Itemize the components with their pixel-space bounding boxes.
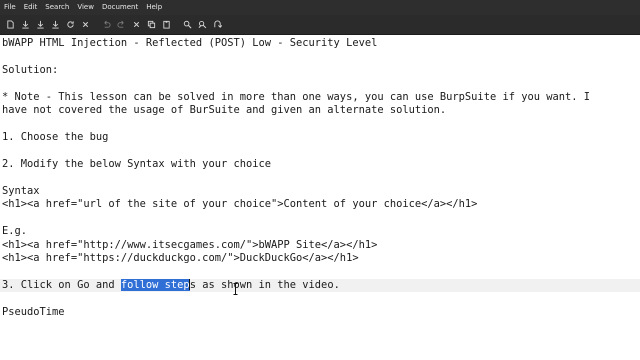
ibeam-cursor-icon bbox=[233, 283, 238, 295]
text-line: 1. Choose the bug bbox=[2, 131, 109, 143]
cut-icon[interactable] bbox=[130, 18, 143, 31]
current-line: 3. Click on Go and follow steps as shown… bbox=[0, 279, 640, 292]
new-file-icon[interactable] bbox=[4, 18, 17, 31]
text-line: PseudoTime bbox=[2, 306, 65, 318]
go-to-icon[interactable] bbox=[211, 18, 224, 31]
menu-edit[interactable]: Edit bbox=[20, 0, 42, 15]
current-line-text-before: 3. Click on Go and bbox=[2, 279, 121, 291]
open-folder-icon[interactable] bbox=[19, 18, 32, 31]
save-as-icon[interactable] bbox=[49, 18, 62, 31]
text-line: have not covered the usage of BurSuite a… bbox=[2, 104, 447, 116]
redo-icon[interactable] bbox=[115, 18, 128, 31]
menu-document[interactable]: Document bbox=[98, 0, 142, 15]
save-icon[interactable] bbox=[34, 18, 47, 31]
text-line: 2. Modify the below Syntax with your cho… bbox=[2, 158, 271, 170]
text-editor-area[interactable]: bWAPP HTML Injection - Reflected (POST) … bbox=[0, 35, 640, 360]
text-line: <h1><a href="http://www.itsecgames.com/"… bbox=[2, 239, 378, 251]
copy-icon[interactable] bbox=[145, 18, 158, 31]
menu-search[interactable]: Search bbox=[41, 0, 73, 15]
close-icon[interactable] bbox=[79, 18, 92, 31]
selected-text: follow step bbox=[120, 279, 190, 291]
menu-view[interactable]: View bbox=[73, 0, 98, 15]
current-line-text-after: s as shown in the video. bbox=[189, 279, 340, 291]
menu-bar: File Edit Search View Document Help bbox=[0, 0, 640, 15]
text-line: * Note - This lesson can be solved in mo… bbox=[2, 91, 591, 103]
undo-icon[interactable] bbox=[100, 18, 113, 31]
text-line: bWAPP HTML Injection - Reflected (POST) … bbox=[2, 37, 378, 49]
menu-help[interactable]: Help bbox=[142, 0, 166, 15]
find-icon[interactable] bbox=[181, 18, 194, 31]
menu-file[interactable]: File bbox=[0, 0, 20, 15]
reload-icon[interactable] bbox=[64, 18, 77, 31]
text-line: Syntax bbox=[2, 185, 40, 197]
text-line: E.g. bbox=[2, 225, 28, 237]
toolbar bbox=[0, 15, 640, 35]
find-replace-icon[interactable] bbox=[196, 18, 209, 31]
text-line: <h1><a href="url of the site of your cho… bbox=[2, 198, 478, 210]
text-line: Solution: bbox=[2, 64, 59, 76]
text-line: <h1><a href="https://duckduckgo.com/">Du… bbox=[2, 252, 359, 264]
paste-icon[interactable] bbox=[160, 18, 173, 31]
